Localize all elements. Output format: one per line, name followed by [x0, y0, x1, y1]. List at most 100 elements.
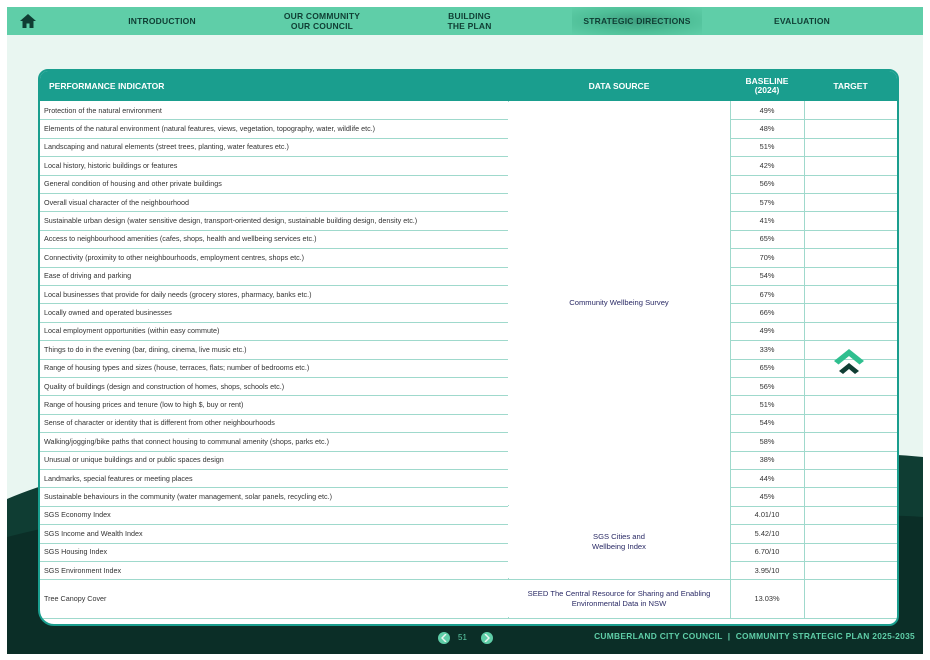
table-row: Unusual or unique buildings and or publi…	[40, 451, 897, 470]
footer: 51 CUMBERLAND CITY COUNCIL | COMMUNITY S…	[7, 625, 923, 654]
indicator-cell: Walking/jogging/bike paths that connect …	[44, 436, 329, 446]
nav-evaluation[interactable]: EVALUATION	[757, 7, 847, 35]
page-number: 51	[458, 633, 467, 642]
baseline-cell: 56%	[759, 381, 775, 391]
baseline-cell: 42%	[759, 160, 775, 170]
baseline-cell: 57%	[759, 197, 775, 207]
table-row: Local history, historic buildings or fea…	[40, 156, 897, 176]
baseline-cell: 51%	[759, 400, 775, 410]
table-row: Range of housing types and sizes (house,…	[40, 359, 897, 378]
baseline-cell: 67%	[759, 289, 775, 299]
table-row: SGS Environment Index 3.95/10	[40, 561, 897, 581]
data-source-cell: Community Wellbeing Survey	[508, 101, 730, 505]
indicator-cell: Landscaping and natural elements (street…	[44, 142, 289, 152]
table-row: Protection of the natural environment 49%	[40, 101, 897, 121]
header-data-source: DATA SOURCE	[588, 81, 650, 91]
next-page-button[interactable]	[481, 632, 493, 644]
nav-introduction[interactable]: INTRODUCTION	[107, 7, 217, 35]
table-row: Local employment opportunities (within e…	[40, 322, 897, 342]
table-row: Connectivity (proximity to other neighbo…	[40, 248, 897, 268]
table-row: Ease of driving and parking 54%	[40, 267, 897, 286]
indicator-cell: Tree Canopy Cover	[44, 594, 107, 604]
home-button[interactable]	[7, 7, 49, 35]
table-row: Local businesses that provide for daily …	[40, 285, 897, 305]
baseline-cell: 56%	[759, 179, 775, 189]
table-row: Elements of the natural environment (nat…	[40, 119, 897, 139]
baseline-cell: 65%	[759, 363, 775, 373]
table-row: Access to neighbourhood amenities (cafes…	[40, 230, 897, 250]
indicator-cell: Sense of character or identity that is d…	[44, 418, 275, 428]
baseline-cell: 5.42/10	[754, 528, 780, 538]
baseline-cell: 6.70/10	[754, 547, 780, 557]
baseline-cell: 49%	[759, 105, 775, 115]
indicator-cell: Local businesses that provide for daily …	[44, 289, 312, 299]
column-divider	[804, 101, 805, 619]
baseline-cell: 33%	[759, 344, 775, 354]
nav-building-the-plan[interactable]: BUILDING THE PLAN	[427, 7, 512, 35]
table-row: Locally owned and operated businesses 66%	[40, 303, 897, 323]
header-target: TARGET	[833, 81, 868, 91]
baseline-cell: 49%	[759, 326, 775, 336]
baseline-cell: 44%	[759, 473, 775, 483]
header-baseline: BASELINE (2024)	[745, 76, 789, 95]
indicator-cell: Local employment opportunities (within e…	[44, 326, 220, 336]
table-row: General condition of housing and other p…	[40, 175, 897, 194]
indicator-cell: Locally owned and operated businesses	[44, 308, 172, 318]
chevron-right-icon	[484, 634, 490, 642]
data-source-cell: SGS Cities and Wellbeing Index	[508, 506, 730, 579]
indicator-cell: SGS Housing Index	[44, 547, 108, 557]
top-nav: INTRODUCTION OUR COMMUNITY OUR COUNCIL BUI…	[7, 7, 923, 35]
indicator-cell: General condition of housing and other p…	[44, 179, 222, 189]
indicator-cell: Sustainable behaviours in the community …	[44, 492, 333, 502]
baseline-cell: 58%	[759, 436, 775, 446]
baseline-cell: 66%	[759, 308, 775, 318]
table-row: Sustainable urban design (water sensitiv…	[40, 211, 897, 231]
table-row: SGS Housing Index 6.70/10	[40, 543, 897, 562]
indicator-cell: Access to neighbourhood amenities (cafes…	[44, 234, 317, 244]
target-cell	[831, 347, 867, 380]
baseline-cell: 54%	[759, 271, 775, 281]
indicator-cell: Landmarks, special features or meeting p…	[44, 473, 193, 483]
nav-strategic-directions[interactable]: STRATEGIC DIRECTIONS	[572, 7, 702, 35]
indicator-cell: Range of housing types and sizes (house,…	[44, 363, 310, 373]
prev-page-button[interactable]	[438, 632, 450, 644]
nav-our-community[interactable]: OUR COMMUNITY OUR COUNCIL	[267, 7, 377, 35]
table-row: Landmarks, special features or meeting p…	[40, 469, 897, 489]
indicator-cell: Quality of buildings (design and constru…	[44, 381, 285, 391]
baseline-cell: 54%	[759, 418, 775, 428]
indicator-cell: Protection of the natural environment	[44, 105, 162, 115]
indicator-cell: Elements of the natural environment (nat…	[44, 124, 376, 134]
table-row: Walking/jogging/bike paths that connect …	[40, 432, 897, 452]
footer-title: CUMBERLAND CITY COUNCIL | COMMUNITY STRA…	[594, 631, 915, 641]
table-header: PERFORMANCE INDICATOR DATA SOURCE BASELI…	[40, 71, 897, 101]
home-icon	[20, 14, 36, 28]
indicator-cell: SGS Income and Wealth Index	[44, 528, 143, 538]
performance-table: PERFORMANCE INDICATOR DATA SOURCE BASELI…	[38, 69, 899, 626]
baseline-cell: 13.03%	[754, 594, 780, 604]
baseline-cell: 41%	[759, 216, 775, 226]
table-row: Landscaping and natural elements (street…	[40, 138, 897, 158]
indicator-cell: SGS Environment Index	[44, 565, 122, 575]
table-row: Range of housing prices and tenure (low …	[40, 395, 897, 415]
table-row: Sustainable behaviours in the community …	[40, 487, 897, 507]
page: INTRODUCTION OUR COMMUNITY OUR COUNCIL BUI…	[7, 7, 923, 654]
table-row: SGS Economy Index 4.01/10	[40, 506, 897, 526]
indicator-cell: Unusual or unique buildings and or publi…	[44, 455, 224, 465]
baseline-cell: 3.95/10	[754, 565, 780, 575]
table-row: Overall visual character of the neighbou…	[40, 193, 897, 213]
indicator-cell: Things to do in the evening (bar, dining…	[44, 344, 247, 354]
data-source-cell: SEED The Central Resource for Sharing an…	[508, 579, 730, 618]
table-row: SGS Income and Wealth Index 5.42/10	[40, 524, 897, 544]
indicator-cell: Sustainable urban design (water sensitiv…	[44, 216, 418, 226]
column-divider	[730, 101, 731, 619]
baseline-cell: 51%	[759, 142, 775, 152]
table-row: Things to do in the evening (bar, dining…	[40, 340, 897, 360]
table-row: Tree Canopy Cover 13.03%	[40, 579, 897, 620]
baseline-cell: 70%	[759, 252, 775, 262]
indicator-cell: SGS Economy Index	[44, 510, 111, 520]
table-row: Sense of character or identity that is d…	[40, 414, 897, 434]
baseline-cell: 45%	[759, 492, 775, 502]
baseline-cell: 48%	[759, 124, 775, 134]
table-row: Quality of buildings (design and constru…	[40, 377, 897, 397]
chevron-left-icon	[441, 634, 447, 642]
